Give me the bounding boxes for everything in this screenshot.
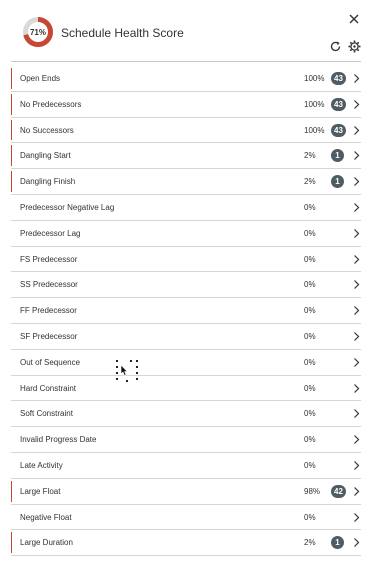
chevron-right-icon[interactable] bbox=[353, 408, 360, 419]
row-percent: 0% bbox=[304, 460, 316, 470]
row-percent: 0% bbox=[304, 280, 316, 290]
chevron-right-icon[interactable] bbox=[353, 150, 360, 161]
count-badge: 1 bbox=[331, 175, 344, 189]
chevron-right-icon[interactable] bbox=[353, 279, 360, 290]
schedule-health-panel: 71% Schedule Health Score Open Ends 100%… bbox=[0, 0, 372, 575]
list-item[interactable]: Predecessor Negative Lag 0% bbox=[11, 195, 361, 221]
row-percent: 2% bbox=[304, 151, 316, 161]
chevron-right-icon[interactable] bbox=[353, 125, 360, 136]
chevron-right-icon[interactable] bbox=[353, 202, 360, 213]
row-label: Predecessor Lag bbox=[20, 228, 81, 238]
row-percent: 2% bbox=[304, 177, 316, 187]
row-label: SF Predecessor bbox=[20, 331, 78, 341]
row-percent: 0% bbox=[304, 202, 316, 212]
list-item[interactable]: No Predecessors 100% 43 bbox=[11, 92, 361, 118]
row-label: Predecessor Negative Lag bbox=[20, 202, 115, 212]
row-percent: 0% bbox=[304, 254, 316, 264]
list-item[interactable]: FF Predecessor 0% bbox=[11, 298, 361, 324]
chevron-right-icon[interactable] bbox=[353, 383, 360, 394]
row-label: Negative Float bbox=[20, 512, 72, 522]
chevron-right-icon[interactable] bbox=[353, 512, 360, 523]
score-label: 71% bbox=[29, 27, 46, 37]
row-percent: 0% bbox=[304, 331, 316, 341]
chevron-right-icon[interactable] bbox=[353, 228, 360, 239]
count-badge: 43 bbox=[331, 123, 346, 137]
row-label: Dangling Finish bbox=[20, 177, 76, 187]
row-label: Out of Sequence bbox=[20, 357, 81, 367]
row-label: Late Activity bbox=[20, 460, 63, 470]
row-percent: 98% bbox=[304, 486, 321, 496]
move-cursor-icon bbox=[116, 360, 138, 382]
row-percent: 0% bbox=[304, 512, 316, 522]
list-item[interactable]: Dangling Start 2% 1 bbox=[11, 143, 361, 170]
row-label: Large Duration bbox=[20, 538, 73, 548]
list-item[interactable]: No Successors 100% 43 bbox=[11, 118, 361, 144]
row-percent: 0% bbox=[304, 383, 316, 393]
list-item[interactable]: Large Duration 2% 1 bbox=[11, 530, 361, 557]
row-percent: 0% bbox=[304, 357, 316, 367]
list-item[interactable]: Negative Float 0% bbox=[11, 505, 361, 531]
chevron-right-icon[interactable] bbox=[353, 460, 360, 471]
count-badge: 42 bbox=[331, 484, 346, 498]
chevron-right-icon[interactable] bbox=[353, 357, 360, 368]
row-label: FF Predecessor bbox=[20, 306, 77, 316]
list-item[interactable]: FS Predecessor 0% bbox=[11, 247, 361, 273]
row-percent: 0% bbox=[304, 306, 316, 316]
row-label: Open Ends bbox=[20, 74, 61, 83]
list-item[interactable]: Dangling Finish 2% 1 bbox=[11, 169, 361, 195]
row-label: Invalid Progress Date bbox=[20, 435, 97, 445]
health-check-list: Open Ends 100% 43 No Predecessors 100% 43 No S… bbox=[11, 66, 361, 557]
chevron-right-icon[interactable] bbox=[353, 537, 360, 548]
chevron-right-icon[interactable] bbox=[353, 331, 360, 342]
row-label: Soft Constraint bbox=[20, 409, 73, 419]
count-badge: 43 bbox=[331, 97, 346, 111]
chevron-right-icon[interactable] bbox=[353, 254, 360, 265]
panel-title: Schedule Health Score bbox=[61, 26, 184, 40]
row-percent: 0% bbox=[304, 228, 316, 238]
count-badge: 43 bbox=[331, 72, 346, 85]
row-percent: 2% bbox=[304, 538, 316, 548]
chevron-right-icon[interactable] bbox=[353, 486, 360, 497]
list-item[interactable]: Invalid Progress Date 0% bbox=[11, 427, 361, 453]
row-percent: 0% bbox=[304, 435, 316, 445]
list-item[interactable]: Out of Sequence 0% bbox=[11, 350, 361, 376]
chevron-right-icon[interactable] bbox=[353, 305, 360, 316]
close-icon[interactable] bbox=[347, 12, 361, 26]
row-percent: 100% bbox=[304, 99, 325, 109]
panel-header: 71% Schedule Health Score bbox=[11, 0, 361, 62]
list-item[interactable]: Late Activity 0% bbox=[11, 453, 361, 479]
row-label: SS Predecessor bbox=[20, 280, 78, 290]
list-item[interactable]: SS Predecessor 0% bbox=[11, 272, 361, 299]
row-label: FS Predecessor bbox=[20, 254, 78, 264]
row-percent: 100% bbox=[304, 74, 325, 83]
count-badge: 1 bbox=[331, 536, 344, 550]
row-label: No Successors bbox=[20, 125, 74, 135]
gear-icon[interactable] bbox=[348, 40, 361, 53]
list-item[interactable]: Open Ends 100% 43 bbox=[11, 66, 361, 92]
count-badge: 1 bbox=[331, 149, 344, 163]
chevron-right-icon[interactable] bbox=[353, 73, 360, 84]
list-item[interactable]: Large Float 98% 42 bbox=[11, 479, 361, 505]
list-item[interactable]: SF Predecessor 0% bbox=[11, 324, 361, 350]
list-item[interactable]: Predecessor Lag 0% bbox=[11, 221, 361, 247]
list-item[interactable]: Soft Constraint 0% bbox=[11, 401, 361, 428]
row-label: No Predecessors bbox=[20, 99, 82, 109]
row-percent: 0% bbox=[304, 409, 316, 419]
row-label: Dangling Start bbox=[20, 151, 71, 161]
row-label: Large Float bbox=[20, 486, 61, 496]
row-label: Hard Constraint bbox=[20, 383, 77, 393]
refresh-icon[interactable] bbox=[329, 40, 342, 53]
chevron-right-icon[interactable] bbox=[353, 434, 360, 445]
chevron-right-icon[interactable] bbox=[353, 176, 360, 187]
chevron-right-icon[interactable] bbox=[353, 99, 360, 110]
list-item[interactable]: Hard Constraint 0% bbox=[11, 376, 361, 402]
row-percent: 100% bbox=[304, 125, 325, 135]
